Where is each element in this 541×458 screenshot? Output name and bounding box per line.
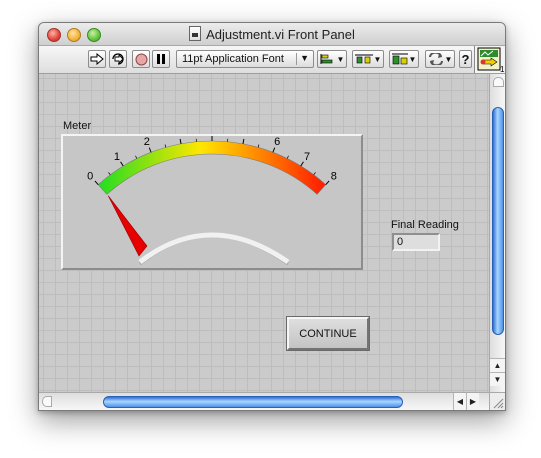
vi-connector-icon[interactable]: 1 <box>474 46 505 74</box>
meter-tick-label: 8 <box>331 171 337 183</box>
meter-tick-label: 6 <box>274 136 280 148</box>
chevron-down-icon: ▼ <box>336 54 345 64</box>
help-icon: ? <box>461 51 470 67</box>
final-reading-label: Final Reading <box>391 219 459 231</box>
scroll-up-arrow[interactable]: ▲ <box>490 358 505 372</box>
scroll-track-cap <box>42 396 52 407</box>
meter-tick-label: 3 <box>176 136 182 139</box>
scroll-left-arrow[interactable]: ◀ <box>453 393 466 410</box>
svg-text:1: 1 <box>500 65 505 73</box>
meter-tick <box>179 138 182 144</box>
run-continuously-button[interactable] <box>109 50 127 68</box>
meter-tick-label: 5 <box>242 136 248 139</box>
vertical-scrollbar[interactable]: ▲ ▼ <box>489 74 505 392</box>
meter-scale-arc <box>97 140 327 195</box>
resize-grip[interactable] <box>489 392 505 410</box>
resize-objects-button[interactable]: ▼ <box>389 50 419 68</box>
meter-minor-tick <box>286 155 289 159</box>
resize-grip-icon <box>493 398 504 409</box>
meter-indicator: 012345678 <box>61 134 363 270</box>
vi-icon: 1 <box>477 47 505 74</box>
meter-tick-label: 0 <box>87 171 93 183</box>
meter-minor-tick <box>313 172 316 175</box>
abort-execution-button[interactable] <box>132 50 150 68</box>
text-settings-ring[interactable]: 11pt Application Font ▼ <box>176 50 314 68</box>
scroll-right-arrow[interactable]: ▶ <box>466 393 479 410</box>
pause-button[interactable] <box>152 50 170 68</box>
horizontal-scrollbar[interactable]: ◀ ▶ <box>39 392 489 410</box>
reorder-button[interactable]: ▼ <box>425 50 455 68</box>
meter-minor-tick <box>108 172 111 175</box>
meter-tick <box>272 147 276 153</box>
run-continuously-icon <box>112 53 124 65</box>
resize-objects-icon <box>391 53 408 65</box>
meter-tick <box>325 180 330 185</box>
scroll-track-cap <box>493 77 504 87</box>
chevron-down-icon: ▼ <box>300 53 309 63</box>
meter-minor-tick <box>164 144 167 148</box>
distribute-objects-icon <box>354 54 373 64</box>
abort-icon <box>135 53 147 65</box>
align-objects-icon <box>320 54 332 64</box>
toolbar: 11pt Application Font ▼ ▼ ▼ ▼ ▼ ? 1 <box>39 46 505 74</box>
meter-tick <box>94 180 99 185</box>
continue-button[interactable]: CONTINUE <box>286 316 370 351</box>
meter-minor-tick <box>135 155 138 159</box>
meter-tick <box>148 147 152 153</box>
horizontal-scroll-thumb[interactable] <box>103 396 403 408</box>
meter-minor-tick <box>257 144 260 148</box>
meter-label: Meter <box>63 120 92 132</box>
align-objects-button[interactable]: ▼ <box>317 50 347 68</box>
meter-needle <box>108 195 148 257</box>
chevron-down-icon: ▼ <box>408 54 417 64</box>
vertical-scroll-thumb[interactable] <box>492 107 504 335</box>
meter-tick <box>120 161 124 167</box>
final-reading-indicator: 0 <box>392 233 440 251</box>
meter-tick <box>300 161 304 167</box>
meter-tick-label: 7 <box>304 151 310 163</box>
context-help-button[interactable]: ? <box>459 50 472 68</box>
reorder-icon <box>428 53 443 65</box>
front-panel-window: Adjustment.vi Front Panel 11pt Applicati… <box>38 22 506 411</box>
meter-hub <box>138 232 290 265</box>
title-bar[interactable]: Adjustment.vi Front Panel <box>39 23 505 46</box>
front-panel: Meter 012345678 Final Reading 0 CONTINUE <box>39 74 489 392</box>
font-ring-label: 11pt Application Font <box>182 53 284 65</box>
run-arrow-icon <box>90 53 104 65</box>
vi-document-icon <box>189 26 202 41</box>
scroll-down-arrow[interactable]: ▼ <box>490 372 505 386</box>
window-title: Adjustment.vi Front Panel <box>206 27 355 42</box>
chevron-down-icon: ▼ <box>444 54 453 64</box>
meter-tick-label: 2 <box>144 136 150 148</box>
distribute-objects-button[interactable]: ▼ <box>352 50 384 68</box>
run-button[interactable] <box>88 50 106 68</box>
meter-tick-label: 1 <box>114 151 120 163</box>
meter-tick <box>242 138 245 144</box>
pause-icon <box>157 54 165 64</box>
meter-gauge: 012345678 <box>87 136 337 266</box>
chevron-down-icon: ▼ <box>373 54 382 64</box>
